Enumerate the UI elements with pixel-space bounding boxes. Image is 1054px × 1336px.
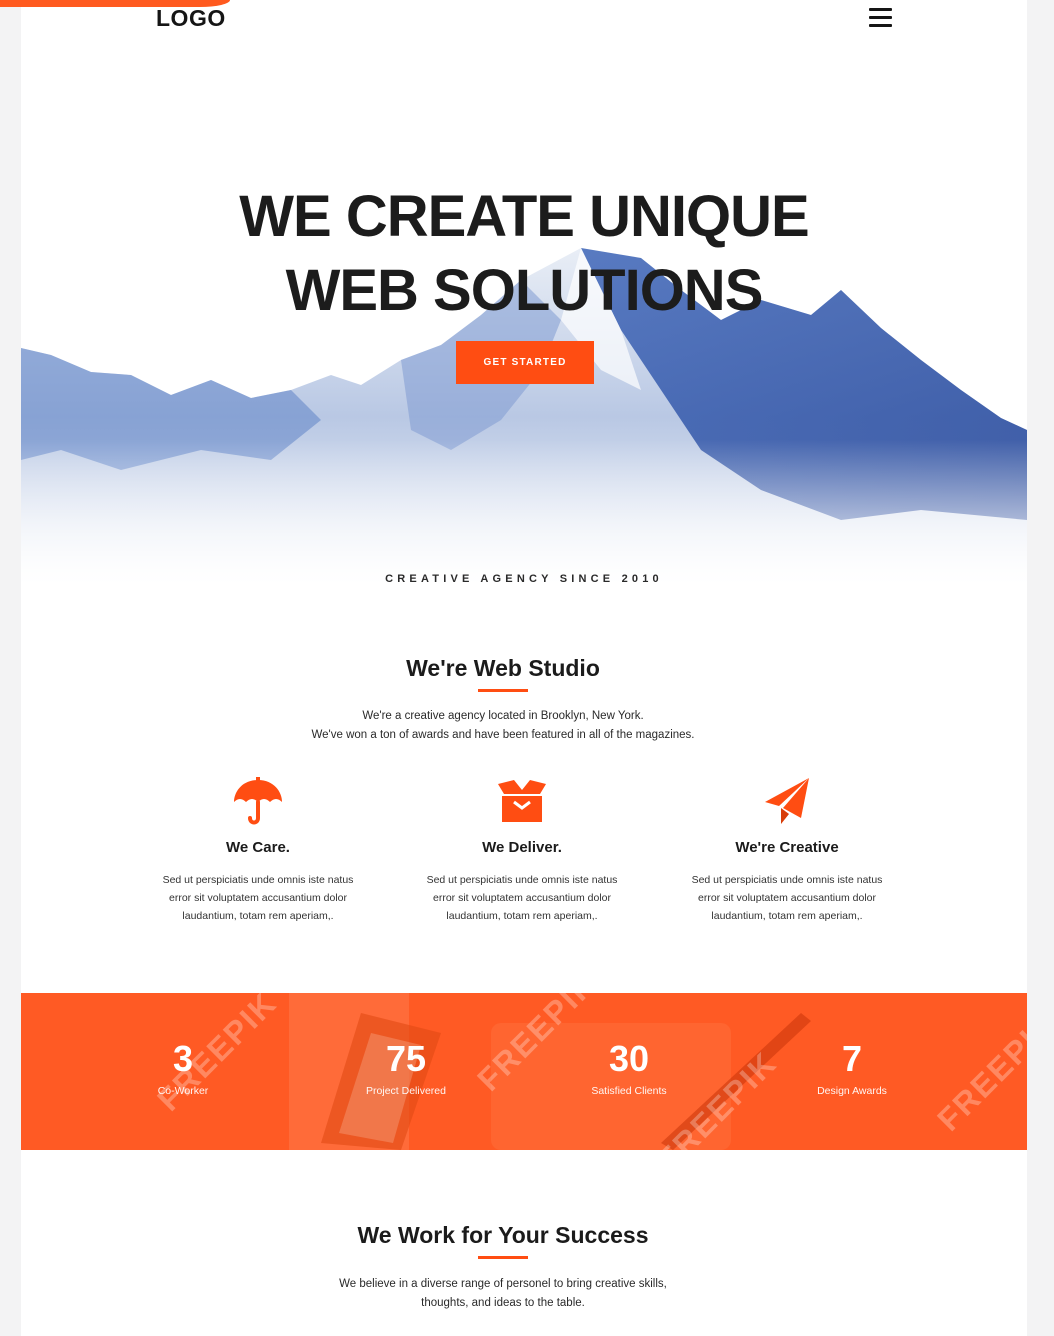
feature-care-text-line3: laudantium, totam rem aperiam,. <box>182 910 334 922</box>
success-description: We believe in a diverse range of persone… <box>0 1275 1006 1313</box>
feature-care-text-line1: Sed ut perspiciatis unde omnis iste natu… <box>162 874 354 886</box>
hero-title-line1: WE CREATE UNIQUE <box>239 184 809 249</box>
feature-care-title: We Care. <box>226 839 290 856</box>
hero-title: WE CREATE UNIQUE WEB SOLUTIONS <box>21 180 1027 328</box>
about-line-1: We're a creative agency located in Brook… <box>362 710 644 722</box>
about-title: We're Web Studio <box>406 655 600 681</box>
feature-creative-text-line3: laudantium, totam rem aperiam,. <box>711 910 863 922</box>
stat-number: 7 <box>841 1038 863 1079</box>
feature-deliver-text-line3: laudantium, totam rem aperiam,. <box>446 910 598 922</box>
stats-band: FREEPIK FREEPIK FREEPIK FREEPIK 3 Co-Wor… <box>21 993 1027 1150</box>
hero-title-line2: WEB SOLUTIONS <box>285 258 764 323</box>
feature-deliver-text-line2: error sit voluptatem accusantium dolor <box>433 892 611 904</box>
stat-label: Co-Worker <box>157 1085 209 1097</box>
stat-number: 75 <box>385 1038 427 1079</box>
stat-awards: 7 Design Awards <box>762 1038 942 1098</box>
hamburger-menu-icon[interactable] <box>869 8 892 29</box>
stat-number: 3 <box>172 1038 194 1079</box>
stat-coworkers: 3 Co-Worker <box>93 1038 273 1098</box>
feature-care-text-line2: error sit voluptatem accusantium dolor <box>169 892 347 904</box>
feature-creative: We're Creative Sed ut perspiciatis unde … <box>667 776 907 925</box>
success-line-1: We believe in a diverse range of persone… <box>339 1278 667 1290</box>
feature-care-text: Sed ut perspiciatis unde omnis iste natu… <box>138 871 378 925</box>
success-line-2: thoughts, and ideas to the table. <box>421 1297 585 1309</box>
feature-deliver-text-line1: Sed ut perspiciatis unde omnis iste natu… <box>426 874 618 886</box>
stat-number: 30 <box>608 1038 650 1079</box>
feature-deliver-text: Sed ut perspiciatis unde omnis iste natu… <box>402 871 642 925</box>
about-description: We're a creative agency located in Brook… <box>0 707 1006 745</box>
feature-deliver: We Deliver. Sed ut perspiciatis unde omn… <box>402 776 642 925</box>
feature-creative-text-line2: error sit voluptatem accusantium dolor <box>698 892 876 904</box>
success-title-underline <box>478 1256 528 1259</box>
hero-section: WE CREATE UNIQUE WEB SOLUTIONS GET START… <box>21 0 1027 586</box>
hero-tagline: CREATIVE AGENCY SINCE 2010 <box>385 573 663 585</box>
site-logo[interactable]: LOGO <box>156 5 226 32</box>
stat-label: Design Awards <box>817 1085 887 1097</box>
feature-creative-text: Sed ut perspiciatis unde omnis iste natu… <box>667 871 907 925</box>
feature-creative-title: We're Creative <box>735 839 839 856</box>
get-started-button[interactable]: GET STARTED <box>456 341 594 384</box>
umbrella-icon <box>234 777 282 825</box>
feature-creative-text-line1: Sed ut perspiciatis unde omnis iste natu… <box>691 874 883 886</box>
about-title-underline <box>478 689 528 692</box>
feature-care: We Care. Sed ut perspiciatis unde omnis … <box>138 776 378 925</box>
stat-projects: 75 Project Delivered <box>316 1038 496 1098</box>
box-icon <box>498 780 546 822</box>
success-title: We Work for Your Success <box>357 1222 649 1248</box>
about-line-2: We've won a ton of awards and have been … <box>311 729 695 741</box>
paper-plane-icon <box>765 778 809 824</box>
stat-label: Project Delivered <box>366 1085 446 1097</box>
stat-label: Satisfied Clients <box>591 1085 667 1097</box>
stat-clients: 30 Satisfied Clients <box>539 1038 719 1098</box>
feature-deliver-title: We Deliver. <box>482 839 562 856</box>
